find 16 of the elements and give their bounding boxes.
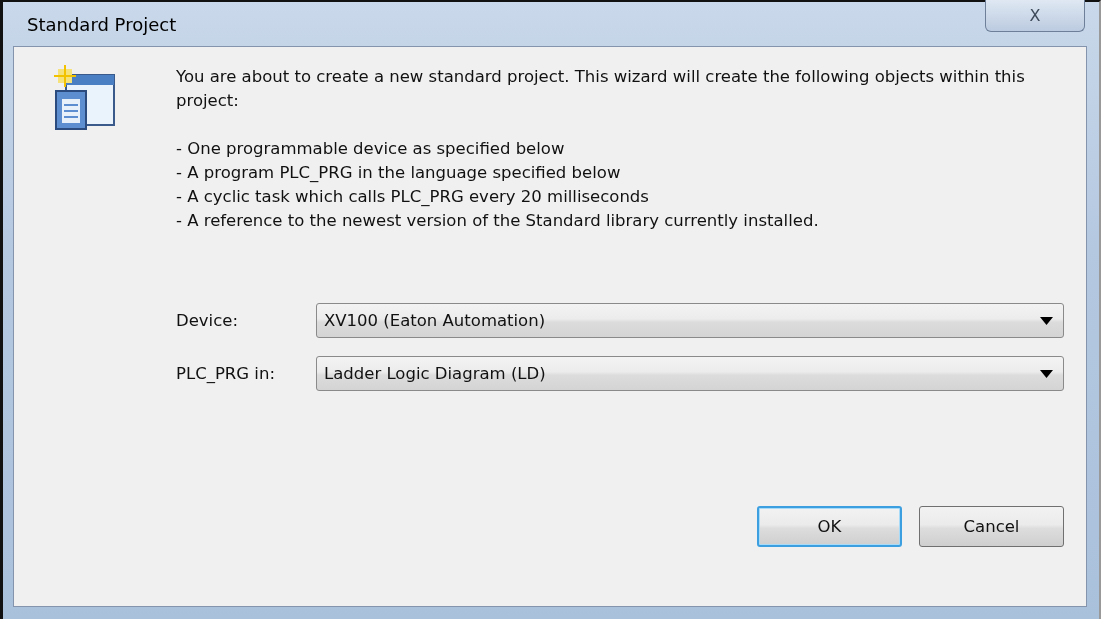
list-item-text: - A reference to the newest version of the Standard library currently installed.: [176, 210, 820, 232]
window-title: Standard Project: [27, 12, 177, 37]
dropdown[interactable]: Ladder Logic Diagram (LD): [316, 356, 1064, 391]
caret-icon: [1040, 316, 1053, 325]
field-label: PLC_PRG in:: [176, 362, 275, 385]
list-item-text: - A cyclic task which calls PLC_PRG every 20 milliseconds: [176, 186, 650, 208]
ok-button[interactable]: OK: [757, 506, 902, 547]
dropdown[interactable]: XV100 (Eaton Automation): [316, 303, 1064, 338]
field-label: Device:: [176, 309, 238, 332]
window-document-icon: [52, 65, 116, 131]
list-item-text: - A program PLC_PRG in the language specified below: [176, 162, 622, 184]
intro-text: You are about to create a new standard project. This wizard will create the following objects within this project:: [176, 66, 1026, 112]
caret-icon: [1040, 369, 1053, 378]
list-item-text: - One programmable device as specified below: [176, 138, 566, 160]
close-button[interactable]: X: [985, 0, 1085, 32]
cancel-button[interactable]: Cancel: [919, 506, 1064, 547]
